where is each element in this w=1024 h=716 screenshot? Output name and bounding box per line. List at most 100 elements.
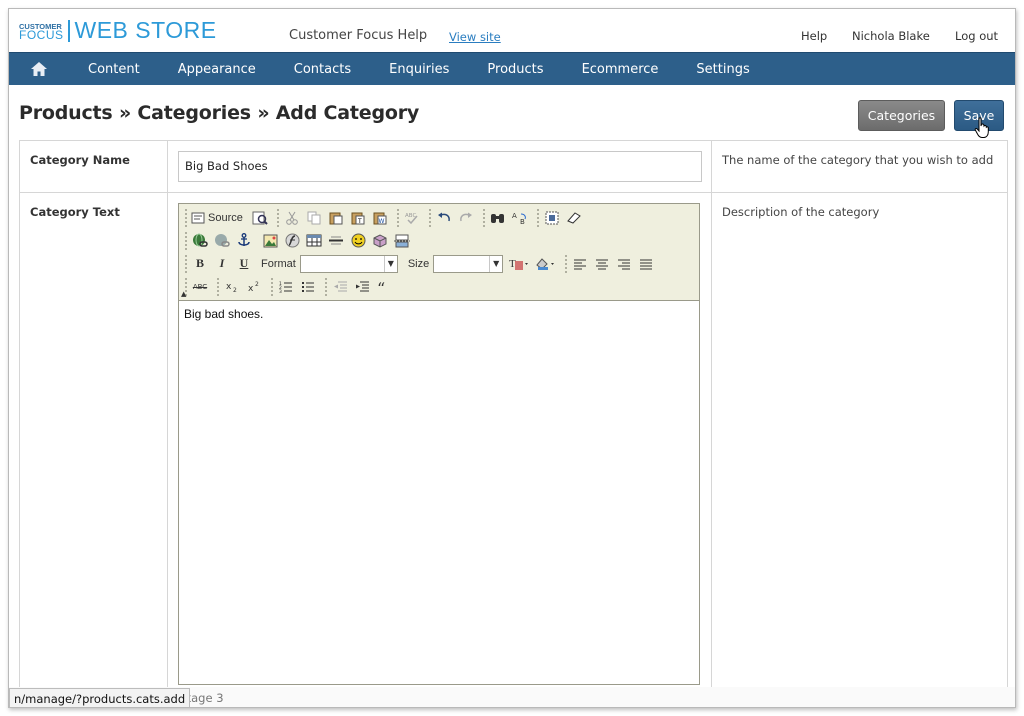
bold-button[interactable]: B <box>191 255 209 273</box>
flash-icon <box>285 233 299 248</box>
text-color-button[interactable]: T <box>509 255 531 273</box>
logo-web-store: WEB STORE <box>74 17 217 43</box>
underline-button[interactable]: U <box>235 255 253 273</box>
view-site-link[interactable]: View site <box>449 30 501 44</box>
svg-text:“: “ <box>377 280 385 293</box>
svg-text:2: 2 <box>233 287 237 293</box>
categories-button[interactable]: Categories <box>858 100 945 131</box>
logo-focus: FOCUS <box>19 27 64 42</box>
svg-text:2: 2 <box>255 281 259 288</box>
flash-button[interactable] <box>283 232 301 250</box>
preview-icon <box>252 211 268 225</box>
source-button[interactable]: Source <box>191 209 247 227</box>
select-all-button[interactable] <box>543 209 561 227</box>
replace-icon: AB <box>512 212 526 225</box>
page-break-icon <box>394 234 410 247</box>
text-color-icon: T <box>509 258 529 270</box>
category-name-help: The name of the category that you wish t… <box>722 153 994 167</box>
preview-button[interactable] <box>251 209 269 227</box>
bg-color-icon <box>536 257 555 270</box>
nav-ecommerce[interactable]: Ecommerce <box>563 53 678 86</box>
select-all-icon <box>545 211 559 224</box>
svg-text:A: A <box>512 212 517 220</box>
nav-contacts[interactable]: Contacts <box>275 53 370 86</box>
numbered-list-icon: 123 <box>279 281 292 293</box>
special-char-icon <box>373 234 387 248</box>
nav-products[interactable]: Products <box>468 53 562 86</box>
outdent-button[interactable] <box>331 278 349 296</box>
redo-icon <box>459 212 472 221</box>
unlink-button[interactable] <box>213 232 231 250</box>
blockquote-button[interactable]: “ <box>375 278 393 296</box>
category-name-label: Category Name <box>20 141 168 192</box>
justify-icon <box>640 259 653 269</box>
size-select[interactable]: ▼ <box>433 254 504 273</box>
category-text-label: Category Text <box>20 193 168 707</box>
numbered-list-button[interactable]: 123 <box>277 278 295 296</box>
row-category-name: Category Name Big Bad Shoes The name of … <box>20 141 1007 193</box>
align-right-button[interactable] <box>615 255 633 273</box>
table-button[interactable] <box>305 232 323 250</box>
justify-button[interactable] <box>637 255 655 273</box>
image-button[interactable] <box>261 232 279 250</box>
logo-small-text: CUSTOMER FOCUS <box>19 22 64 42</box>
bullet-list-button[interactable] <box>299 278 317 296</box>
page-break-button[interactable] <box>393 232 411 250</box>
indent-button[interactable] <box>353 278 371 296</box>
nav-enquiries[interactable]: Enquiries <box>370 53 468 86</box>
format-select[interactable]: ▼ <box>299 254 398 273</box>
category-text-cell: Source T W ABC A B B I U Format ▼ Size ▼… <box>168 193 712 707</box>
nav-home[interactable] <box>9 53 69 86</box>
table-icon <box>306 234 322 247</box>
status-url: n/manage/?products.cats.add <box>9 688 191 707</box>
strike-button[interactable]: ABC <box>191 278 209 296</box>
cut-button[interactable] <box>283 209 301 227</box>
replace-button[interactable]: AB <box>511 209 529 227</box>
paste-word-button[interactable]: W <box>371 209 389 227</box>
copy-button[interactable] <box>305 209 323 227</box>
find-button[interactable] <box>489 209 507 227</box>
logout-link[interactable]: Log out <box>955 29 998 43</box>
spellcheck-button[interactable]: ABC <box>403 209 421 227</box>
link-button[interactable] <box>191 232 209 250</box>
source-label: Source <box>208 211 243 224</box>
align-left-button[interactable] <box>571 255 589 273</box>
link-icon <box>193 233 208 247</box>
svg-text:x: x <box>226 282 232 292</box>
svg-text:T: T <box>357 218 362 225</box>
bg-color-button[interactable] <box>535 255 557 273</box>
paste-button[interactable] <box>327 209 345 227</box>
align-center-button[interactable] <box>593 255 611 273</box>
remove-format-button[interactable] <box>565 209 583 227</box>
web-store-logo[interactable]: CUSTOMER FOCUS WEB STORE <box>19 17 217 44</box>
paste-text-button[interactable]: T <box>349 209 367 227</box>
toolbar-collapse-icon[interactable]: ▲ <box>181 290 186 298</box>
nav-content[interactable]: Content <box>69 53 159 86</box>
svg-text:3: 3 <box>279 289 282 293</box>
italic-button[interactable]: I <box>213 255 231 273</box>
redo-button[interactable] <box>457 209 475 227</box>
horizontal-rule-button[interactable] <box>327 232 345 250</box>
anchor-button[interactable] <box>235 232 253 250</box>
category-name-cell: Big Bad Shoes <box>168 141 712 192</box>
bullet-list-icon <box>302 282 314 292</box>
category-name-input[interactable]: Big Bad Shoes <box>178 151 702 182</box>
superscript-button[interactable]: x2 <box>245 278 263 296</box>
editor-content[interactable]: Big bad shoes. <box>179 301 699 684</box>
user-name-link[interactable]: Nichola Blake <box>852 29 930 43</box>
paste-icon <box>329 212 343 224</box>
logo-divider <box>67 19 70 42</box>
horizontal-rule-icon <box>329 236 343 245</box>
paste-word-icon: W <box>373 212 387 225</box>
help-link[interactable]: Help <box>801 29 827 43</box>
editor-toolbar: Source T W ABC A B B I U Format ▼ Size ▼… <box>179 204 699 301</box>
subscript-icon: x2 <box>226 282 237 293</box>
smiley-button[interactable] <box>349 232 367 250</box>
header: CUSTOMER FOCUS WEB STORE Customer Focus … <box>9 9 1015 52</box>
cut-icon <box>286 211 298 225</box>
special-char-button[interactable] <box>371 232 389 250</box>
undo-button[interactable] <box>435 209 453 227</box>
nav-settings[interactable]: Settings <box>677 53 768 86</box>
nav-appearance[interactable]: Appearance <box>159 53 275 86</box>
subscript-button[interactable]: x2 <box>223 278 241 296</box>
